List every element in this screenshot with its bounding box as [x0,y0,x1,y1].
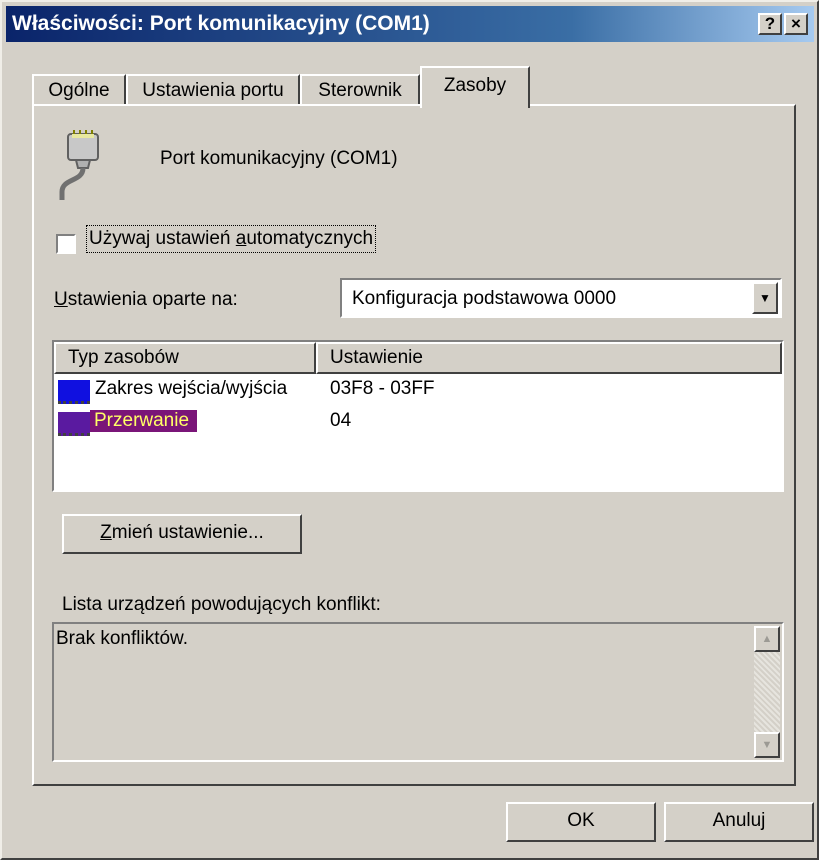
help-button[interactable]: ? [758,13,782,35]
list-header: Typ zasobów Ustawienie [54,342,782,374]
dropdown-arrow-icon[interactable]: ▼ [752,282,778,314]
tab-general[interactable]: Ogólne [32,74,126,106]
close-button[interactable]: × [784,13,808,35]
tab-port-settings[interactable]: Ustawienia portu [126,74,300,106]
tab-driver[interactable]: Sterownik [300,74,420,106]
auto-settings-label[interactable]: Używaj ustawień automatycznych [86,225,377,253]
scroll-up-icon[interactable]: ▲ [754,626,780,652]
scroll-down-icon[interactable]: ▼ [754,732,780,758]
table-row[interactable]: Przerwanie 04 [54,408,782,438]
window-title: Właściwości: Port komunikacyjny (COM1) [12,12,430,35]
tab-resources[interactable]: Zasoby [420,66,530,108]
resource-setting: 03F8 - 03FF [330,378,435,399]
resource-setting: 04 [330,410,352,431]
configuration-value: Konfiguracja podstawowa 0000 [352,288,617,309]
conflict-list[interactable]: Brak konfliktów. ▲ ▼ [52,622,784,762]
cancel-button[interactable]: Anuluj [664,802,814,842]
column-setting[interactable]: Ustawienie [316,342,782,374]
column-resource-type[interactable]: Typ zasobów [54,342,316,374]
resource-type: Zakres wejścia/wyjścia [95,378,288,399]
device-name: Port komunikacyjny (COM1) [160,148,398,169]
table-row[interactable]: Zakres wejścia/wyjścia 03F8 - 03FF [54,376,782,406]
conflict-list-label: Lista urządzeń powodujących konflikt: [62,594,381,615]
auto-settings-checkbox[interactable] [56,234,76,254]
configuration-select[interactable]: Konfiguracja podstawowa 0000 ▼ [340,278,782,318]
change-setting-button[interactable]: Zmień ustawienie... [62,514,302,554]
conflict-text: Brak konfliktów. [56,628,188,649]
conflict-scrollbar[interactable]: ▲ ▼ [754,626,780,758]
resource-list[interactable]: Typ zasobów Ustawienie Zakres wejścia/wy… [52,340,784,492]
title-bar[interactable]: Właściwości: Port komunikacyjny (COM1) ?… [6,6,814,42]
resource-type: Przerwanie [90,410,198,432]
resource-icon [58,412,90,436]
properties-dialog: Właściwości: Port komunikacyjny (COM1) ?… [0,0,819,860]
resource-icon [58,380,90,404]
settings-based-on-label: Ustawienia oparte na: [54,289,238,310]
ok-button[interactable]: OK [506,802,656,842]
serial-port-icon [59,130,99,200]
